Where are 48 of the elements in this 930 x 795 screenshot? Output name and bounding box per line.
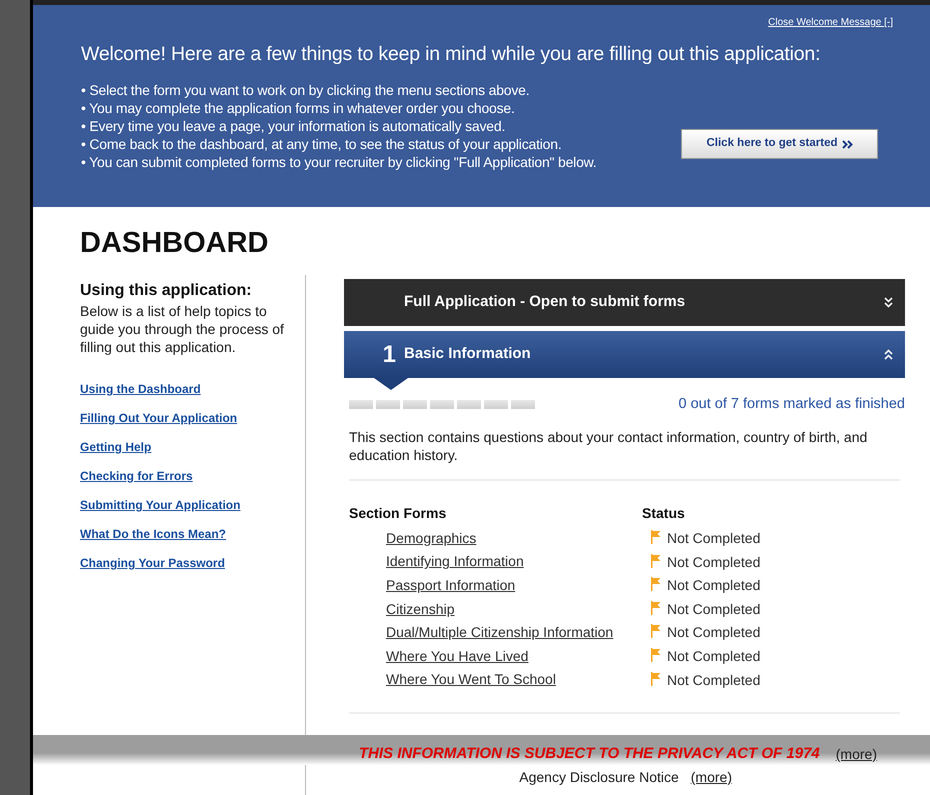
status-text: Not Completed	[667, 529, 760, 548]
column-header: Section Forms	[349, 504, 448, 523]
form-link[interactable]: Passport Information	[386, 576, 516, 593]
privacy-notice: THIS INFORMATION IS SUBJECT TO THE PRIVACY ACT OF 1974	[358, 744, 820, 764]
chevrons-down-icon	[884, 297, 893, 308]
bullet-text: • Every time you leave a page, your information is automatically saved.	[81, 117, 506, 135]
status-text: Not Completed	[667, 552, 760, 572]
chevrons-up-icon	[884, 349, 893, 360]
form-link[interactable]: Demographics	[386, 530, 476, 546]
status-text: Not Completed	[667, 670, 760, 690]
status-text: Not Completed	[667, 647, 760, 666]
form-link[interactable]: Identifying Information	[386, 553, 524, 570]
panel-title: Full Application - Open to submit forms	[404, 292, 686, 312]
more-link[interactable]: (more)	[836, 744, 877, 765]
close-link[interactable]: Close Welcome Message [-]	[768, 15, 893, 30]
help-link[interactable]: Getting Help	[80, 438, 152, 456]
status-text: Not Completed	[667, 623, 760, 642]
help-link[interactable]: Checking for Errors	[80, 467, 193, 485]
form-link[interactable]: Citizenship	[386, 600, 454, 617]
sidebar-intro: Below is a list of help topics to guide you through the process of filling out this application.	[80, 302, 285, 356]
bullet-text: • Come back to the dashboard, at any time, to see the status of your application.	[81, 135, 563, 153]
panel-title: Basic Information	[404, 344, 532, 364]
pointer-icon	[374, 378, 408, 390]
get-started-button[interactable]: Click here to get started	[681, 129, 878, 159]
progress-text: 0 out of 7 forms marked as finished	[678, 395, 905, 414]
disclosure-notice: Agency Disclosure Notice	[519, 768, 679, 787]
page-title: DASHBOARD	[79, 226, 270, 261]
help-link[interactable]: Using the Dashboard	[80, 380, 201, 398]
full-application-bar[interactable]: Full Application - Open to submit forms	[344, 279, 905, 326]
form-link[interactable]: Where You Have Lived	[386, 648, 528, 664]
sidebar-heading: Using this application:	[80, 281, 253, 301]
section-number: 1	[382, 340, 397, 370]
form-link[interactable]: Where You Went To School	[386, 671, 556, 688]
help-link[interactable]: Submitting Your Application	[80, 496, 240, 514]
help-link[interactable]: Filling Out Your Application	[80, 409, 238, 427]
status-text: Not Completed	[667, 576, 760, 596]
form-link[interactable]: Dual/Multiple Citizenship Information	[386, 624, 614, 640]
welcome-heading: Welcome! Here are a few things to keep in mind while you are filling out this application:	[81, 42, 822, 66]
status-text: Not Completed	[667, 600, 760, 619]
bullet-text: • Select the form you want to work on by clicking the menu sections above.	[81, 81, 530, 99]
bullet-text: • You may complete the application forms in whatever order you choose.	[81, 99, 516, 117]
column-header: Status	[642, 504, 686, 523]
help-link[interactable]: What Do the Icons Mean?	[80, 525, 226, 543]
section-description: This section contains questions about your contact information, country of birth, and education history.	[348, 428, 868, 464]
chevrons-right-icon	[842, 140, 852, 148]
bullet-text: • You can submit completed forms to your recruiter by clicking "Full Application" below.	[81, 153, 596, 171]
more-link[interactable]: (more)	[690, 767, 732, 788]
help-link[interactable]: Changing Your Password	[80, 554, 225, 572]
